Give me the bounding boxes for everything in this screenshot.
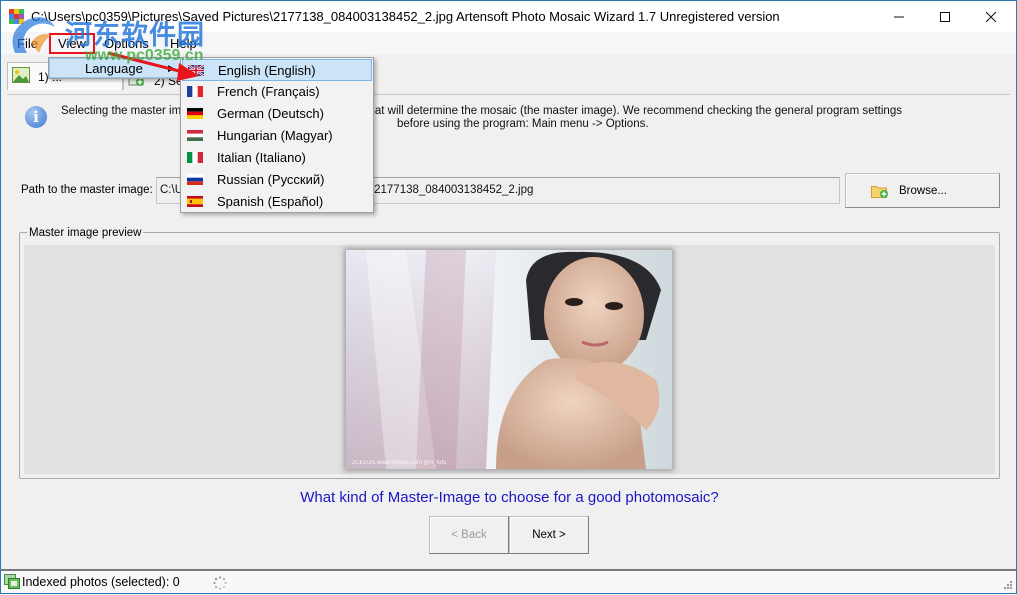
annotation-highlight-box [49, 33, 95, 54]
status-bar: Indexed photos (selected): 0 [1, 571, 1016, 593]
language-item-german[interactable]: German (Deutsch) [182, 103, 372, 125]
svg-text:2CELUS www.fotopic.com @ri_: 2CELUS www.fotopic.com @ri_fufu [352, 460, 446, 466]
app-window: C:\Users\pc0359\Pictures\Saved Pictures\… [0, 0, 1017, 594]
hungary-flag-icon [187, 130, 203, 141]
menu-bar: File View Options Help [1, 32, 1016, 54]
language-menu-dropdown: English (English) French (Français) Germ… [180, 57, 374, 213]
language-label: Hungarian (Magyar) [217, 128, 333, 143]
next-button[interactable]: Next > [509, 516, 589, 554]
language-label: German (Deutsch) [217, 106, 324, 121]
menu-options[interactable]: Options [104, 36, 149, 51]
image-icon [12, 67, 30, 83]
language-item-hungarian[interactable]: Hungarian (Magyar) [182, 125, 372, 147]
spain-flag-icon [187, 196, 203, 207]
title-bar: C:\Users\pc0359\Pictures\Saved Pictures\… [1, 1, 1016, 32]
close-button[interactable] [968, 1, 1014, 32]
france-flag-icon [187, 86, 203, 97]
maximize-icon [940, 11, 950, 22]
browse-button[interactable]: Browse... [845, 173, 1000, 208]
language-item-russian[interactable]: Russian (Русский) [182, 169, 372, 191]
menu-file[interactable]: File [17, 36, 38, 51]
language-item-french[interactable]: French (Français) [182, 81, 372, 103]
close-icon [985, 11, 997, 22]
folder-add-icon [871, 186, 888, 198]
portrait-photo: 2CELUS www.fotopic.com @ri_fufu [346, 250, 672, 469]
language-label: French (Français) [217, 84, 320, 99]
tab-panel-border [7, 94, 1010, 95]
path-label: Path to the master image: [21, 184, 153, 196]
info-icon: i [25, 106, 47, 128]
language-item-italian[interactable]: Italian (Italiano) [182, 147, 372, 169]
russia-flag-icon [187, 174, 203, 185]
uk-flag-icon [188, 65, 204, 76]
photos-icon [4, 574, 20, 589]
app-logo-icon [9, 9, 24, 24]
browse-button-label: Browse... [899, 185, 947, 197]
language-item-english[interactable]: English (English) [182, 59, 372, 81]
back-button[interactable]: < Back [429, 516, 509, 554]
submenu-arrow-icon: ▶ [168, 63, 175, 73]
view-menu-dropdown: Language ▶ [48, 57, 184, 79]
maximize-button[interactable] [922, 1, 968, 32]
language-label: Russian (Русский) [217, 172, 325, 187]
language-item-spanish[interactable]: Spanish (Español) [182, 191, 372, 213]
indexed-photos-status: Indexed photos (selected): 0 [22, 575, 180, 589]
resize-grip-icon[interactable] [1003, 580, 1013, 590]
italy-flag-icon [187, 152, 203, 163]
germany-flag-icon [187, 108, 203, 119]
master-image-preview: 2CELUS www.fotopic.com @ri_fufu [346, 250, 672, 469]
language-label: Italian (Italiano) [217, 150, 306, 165]
window-title: C:\Users\pc0359\Pictures\Saved Pictures\… [31, 9, 780, 24]
language-label: Spanish (Español) [217, 194, 324, 209]
menu-item-language-label: Language [85, 61, 143, 76]
minimize-icon [894, 16, 904, 17]
language-label: English (English) [218, 63, 316, 78]
preview-group-legend: Master image preview [27, 227, 144, 239]
menu-item-language[interactable]: Language ▶ [49, 58, 183, 78]
master-image-help-link[interactable]: What kind of Master-Image to choose for … [1, 489, 1017, 506]
menu-help[interactable]: Help [170, 36, 197, 51]
loading-spinner-icon [213, 576, 227, 590]
minimize-button[interactable] [876, 1, 922, 32]
